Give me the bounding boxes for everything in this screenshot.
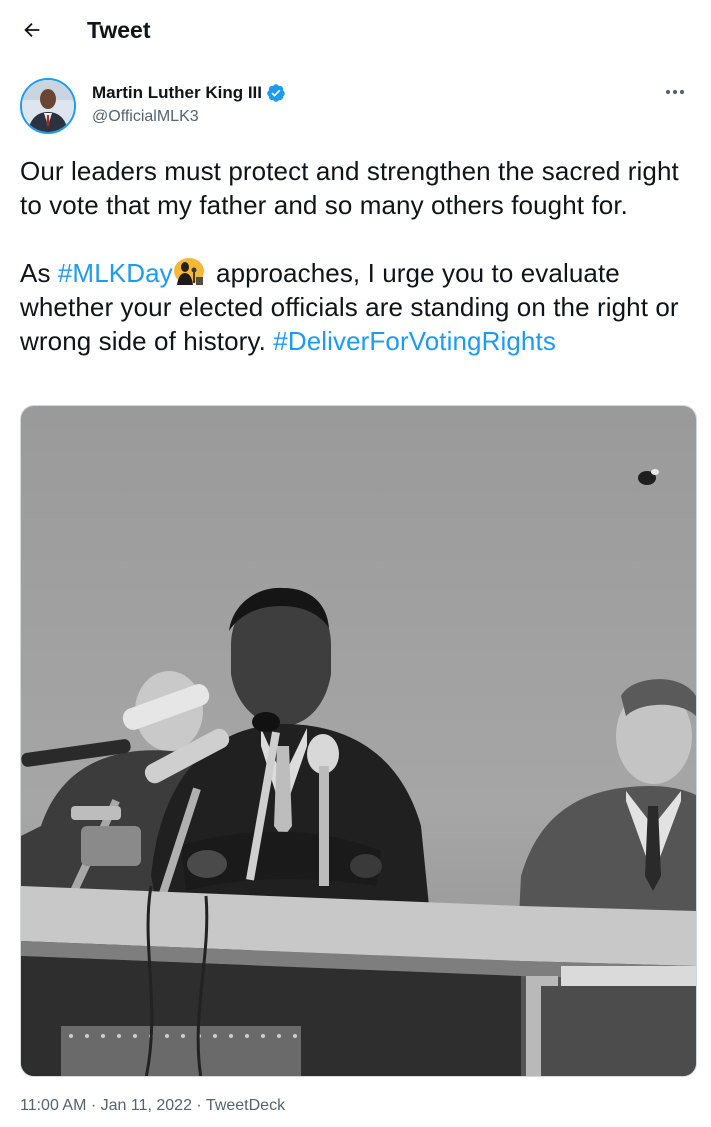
page-title: Tweet (87, 17, 151, 43)
separator: · (86, 1097, 101, 1114)
tweet-photo[interactable] (20, 405, 697, 1077)
verified-badge-icon (266, 83, 286, 103)
avatar[interactable] (20, 78, 76, 134)
top-bar: Tweet (0, 0, 711, 64)
tweet-date[interactable]: Jan 11, 2022 (101, 1097, 192, 1114)
tweet-paragraph-2: As #MLKDay approaches, I urge you to eva… (20, 256, 700, 358)
tweet-paragraph-1: Our leaders must protect and strengthen … (20, 156, 679, 220)
tweet-text: Our leaders must protect and strengthen … (20, 154, 700, 358)
tweet-source[interactable]: TweetDeck (206, 1097, 285, 1114)
more-horizontal-icon (664, 83, 686, 101)
mlkday-emoji-icon (173, 257, 205, 287)
text-segment: As (20, 258, 58, 288)
name-row: Martin Luther King III (92, 83, 286, 103)
hashtag-link-delivervotingrights[interactable]: #DeliverForVotingRights (273, 326, 556, 356)
tweet-author: Martin Luther King III @OfficialMLK3 (20, 78, 690, 138)
user-handle[interactable]: @OfficialMLK3 (92, 108, 199, 126)
hashtag-link-mlkday[interactable]: #MLKDay (58, 258, 173, 288)
separator: · (191, 1097, 206, 1114)
tweet-metadata: 11:00 AM · Jan 11, 2022 · TweetDeck (20, 1097, 285, 1115)
tweet-time[interactable]: 11:00 AM (20, 1097, 86, 1114)
back-button[interactable] (14, 14, 50, 50)
arrow-left-icon (21, 19, 43, 46)
more-button[interactable] (660, 80, 690, 104)
display-name[interactable]: Martin Luther King III (92, 83, 262, 103)
